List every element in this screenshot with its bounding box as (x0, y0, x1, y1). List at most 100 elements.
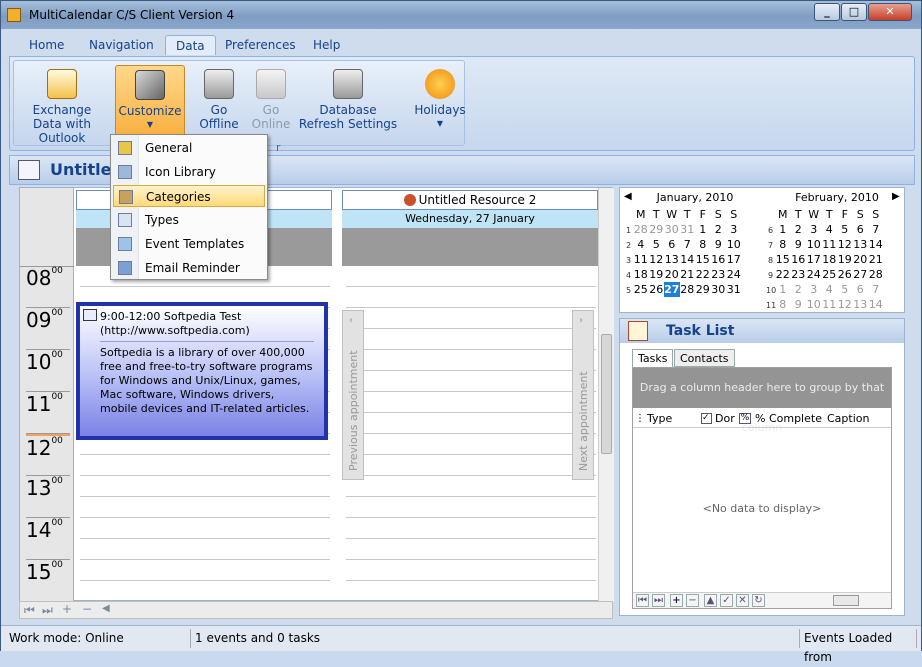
day-cell[interactable]: 3 (806, 222, 822, 237)
day-cell[interactable]: 8 (775, 297, 791, 312)
remove-icon[interactable]: − (82, 602, 92, 616)
day-cell[interactable]: 14 (868, 297, 884, 312)
next-appointment-button[interactable]: › Next appointment (572, 310, 594, 480)
column-caption[interactable]: Caption (827, 410, 869, 428)
day-cell[interactable]: 10 (806, 237, 822, 252)
day-cell[interactable]: 15 (695, 252, 711, 267)
day-cell[interactable]: 16 (791, 252, 807, 267)
day-cell[interactable]: 3 (726, 222, 742, 237)
day-cell[interactable]: 25 (633, 282, 649, 297)
cancel-icon[interactable]: ✕ (736, 594, 749, 607)
column-chooser-icon[interactable]: ⋮ (635, 410, 645, 428)
day-cell[interactable]: 19 (837, 252, 853, 267)
day-cell[interactable]: 4 (633, 237, 649, 252)
day-cell[interactable]: 6 (853, 282, 869, 297)
task-grid[interactable]: Drag a column header here to group by th… (632, 367, 892, 609)
day-cell[interactable]: 24 (806, 267, 822, 282)
tab-home[interactable]: Home (19, 35, 74, 55)
day-cell[interactable]: 30 (711, 282, 727, 297)
day-cell[interactable]: 27 (664, 282, 680, 297)
holidays-button[interactable]: Holidays ▼ (410, 65, 470, 137)
day-cell[interactable]: 12 (649, 252, 665, 267)
time-slot[interactable] (346, 539, 596, 560)
time-slot[interactable] (80, 560, 330, 581)
day-cell[interactable]: 8 (775, 237, 791, 252)
time-slot[interactable] (346, 413, 596, 434)
day-cell[interactable]: 10 (726, 237, 742, 252)
first-record-icon[interactable]: ⏮ (636, 594, 649, 607)
day-cell[interactable]: 4 (822, 282, 838, 297)
day-cell[interactable]: 30 (664, 222, 680, 237)
up-icon[interactable]: ▲ (704, 594, 717, 607)
day-cell[interactable]: 25 (822, 267, 838, 282)
time-slot[interactable] (346, 518, 596, 539)
day-cell[interactable]: 12 (837, 297, 853, 312)
add-icon[interactable]: + (62, 602, 72, 616)
day-cell[interactable]: 7 (868, 282, 884, 297)
day-cell[interactable]: 31 (680, 222, 696, 237)
day-cell[interactable]: 26 (649, 282, 665, 297)
tab-tasks[interactable]: Tasks (632, 349, 674, 367)
menu-item-categories[interactable]: Categories (113, 185, 265, 207)
last-icon[interactable]: ⏭ (42, 603, 53, 618)
day-cell[interactable]: 21 (868, 252, 884, 267)
exchange-outlook-button[interactable]: Exchange Data with Outlook (18, 65, 106, 145)
day-cell[interactable]: 15 (775, 252, 791, 267)
menu-item-event-templates[interactable]: Event Templates (113, 233, 265, 255)
day-cell[interactable]: 2 (711, 222, 727, 237)
day-cell[interactable]: 27 (853, 267, 869, 282)
day-cell[interactable]: 29 (649, 222, 665, 237)
day-cell[interactable]: 20 (853, 252, 869, 267)
time-slot[interactable] (346, 371, 596, 392)
day-cell[interactable]: 20 (664, 267, 680, 282)
day-cell[interactable]: 22 (775, 267, 791, 282)
day-cell[interactable]: 10 (806, 297, 822, 312)
menu-item-general[interactable]: General (113, 137, 265, 159)
day-cell[interactable]: 5 (837, 222, 853, 237)
time-slot[interactable] (346, 329, 596, 350)
tab-navigation[interactable]: Navigation (79, 35, 164, 55)
refresh-icon[interactable]: ↻ (752, 594, 765, 607)
day-cell[interactable]: 11 (822, 237, 838, 252)
day-cell[interactable]: 29 (695, 282, 711, 297)
all-day-area[interactable] (342, 228, 598, 266)
go-offline-button[interactable]: Go Offline (194, 65, 244, 137)
time-slot[interactable] (346, 476, 596, 497)
column-dor[interactable]: Dor (715, 410, 735, 428)
tab-data[interactable]: Data (165, 35, 216, 55)
add-record-icon[interactable]: + (670, 594, 683, 607)
first-icon[interactable]: ⏮ (24, 603, 35, 618)
day-cell[interactable]: 5 (837, 282, 853, 297)
appointment[interactable]: 9:00-12:00 Softpedia Test (http://www.so… (76, 302, 328, 440)
time-slot[interactable] (346, 455, 596, 476)
time-slot[interactable] (346, 560, 596, 581)
day-cell[interactable]: 1 (775, 222, 791, 237)
last-record-icon[interactable]: ⏭ (652, 594, 665, 607)
tab-contacts[interactable]: Contacts (674, 349, 735, 367)
time-slot[interactable] (346, 287, 596, 308)
day-cell[interactable]: 6 (853, 222, 869, 237)
group-by-panel[interactable]: Drag a column header here to group by th… (633, 368, 891, 434)
day-cell[interactable]: 12 (837, 237, 853, 252)
column-complete[interactable]: % Complete (755, 410, 822, 428)
time-slot[interactable] (346, 266, 596, 287)
day-cell[interactable]: 7 (680, 237, 696, 252)
day-cell[interactable]: 5 (649, 237, 665, 252)
previous-appointment-button[interactable]: ‹ Previous appointment (342, 310, 364, 480)
day-cell[interactable]: 19 (649, 267, 665, 282)
scheduler-scrollbar[interactable] (598, 188, 614, 602)
day-cell[interactable]: 11 (633, 252, 649, 267)
confirm-icon[interactable]: ✓ (720, 594, 733, 607)
tab-help[interactable]: Help (303, 35, 350, 55)
day-cell[interactable]: 14 (868, 237, 884, 252)
day-cell[interactable]: 9 (711, 237, 727, 252)
day-cell[interactable]: 9 (791, 237, 807, 252)
column-type[interactable]: Type (647, 410, 672, 428)
tab-preferences[interactable]: Preferences (215, 35, 306, 55)
time-slot[interactable] (346, 581, 596, 602)
resource-2-header[interactable]: Untitled Resource 2 (342, 190, 598, 210)
day-cell[interactable]: 1 (695, 222, 711, 237)
scrollbar-thumb[interactable] (601, 334, 612, 454)
day-cell[interactable]: 23 (711, 267, 727, 282)
grid-scroll-thumb[interactable] (833, 595, 859, 606)
